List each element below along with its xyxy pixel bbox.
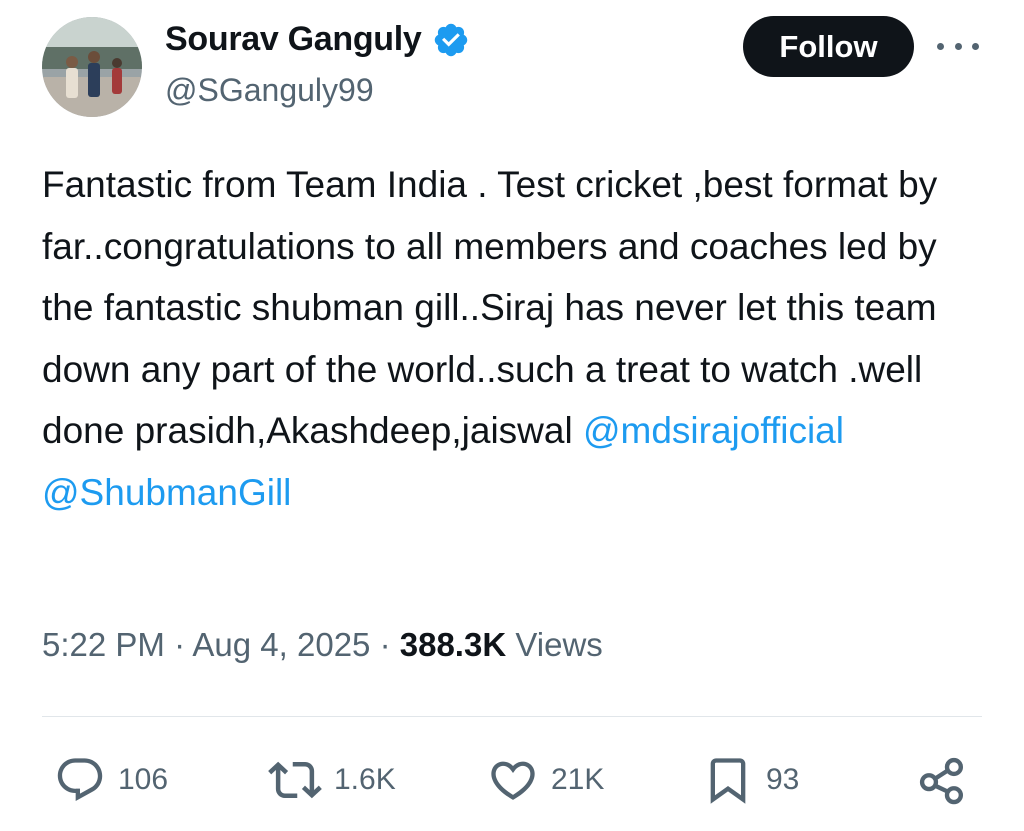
divider [42,716,982,717]
repost-icon [268,761,322,799]
tweet-time[interactable]: 5:22 PM [42,626,165,663]
views-label: Views [506,626,603,663]
tweet-meta: 5:22 PM · Aug 4, 2025 · 388.3K Views [42,626,603,664]
author-handle[interactable]: @SGanguly99 [165,72,374,109]
repost-button[interactable]: 1.6K [268,752,396,808]
bookmark-icon [710,758,746,804]
share-icon [919,757,964,805]
author-name-row: Sourav Ganguly [165,20,470,59]
repost-count: 1.6K [334,763,396,796]
heart-icon [491,761,535,800]
tweet-date[interactable]: Aug 4, 2025 [192,626,370,663]
tweet-body: Fantastic from Team India . Test cricket… [42,164,938,451]
share-button[interactable] [916,752,968,808]
reply-button[interactable]: 106 [54,752,168,808]
views-count[interactable]: 388.3K [400,626,506,663]
bookmark-button[interactable]: 93 [702,752,799,808]
tweet-text: Fantastic from Team India . Test cricket… [42,154,982,523]
mention-shubmangill[interactable]: @ShubmanGill [42,472,291,513]
avatar-photo [42,17,142,117]
more-dot [972,42,979,50]
more-dot [954,42,962,50]
author-display-name[interactable]: Sourav Ganguly [165,20,422,59]
mention-mdsirajofficial[interactable]: @mdsirajofficial [583,410,844,451]
like-button[interactable]: 21K [487,752,604,808]
action-bar: 106 1.6K 21K 93 [0,752,1024,808]
meta-separator: · [370,626,400,663]
bookmark-count: 93 [766,763,800,796]
like-count: 21K [551,763,605,796]
more-options-icon[interactable] [937,34,979,58]
avatar[interactable] [42,17,142,117]
more-dot [937,42,944,50]
meta-separator: · [164,626,193,663]
follow-button[interactable]: Follow [743,16,914,77]
reply-count: 106 [118,763,169,796]
verified-badge-icon[interactable] [432,21,470,59]
reply-icon [57,758,103,802]
